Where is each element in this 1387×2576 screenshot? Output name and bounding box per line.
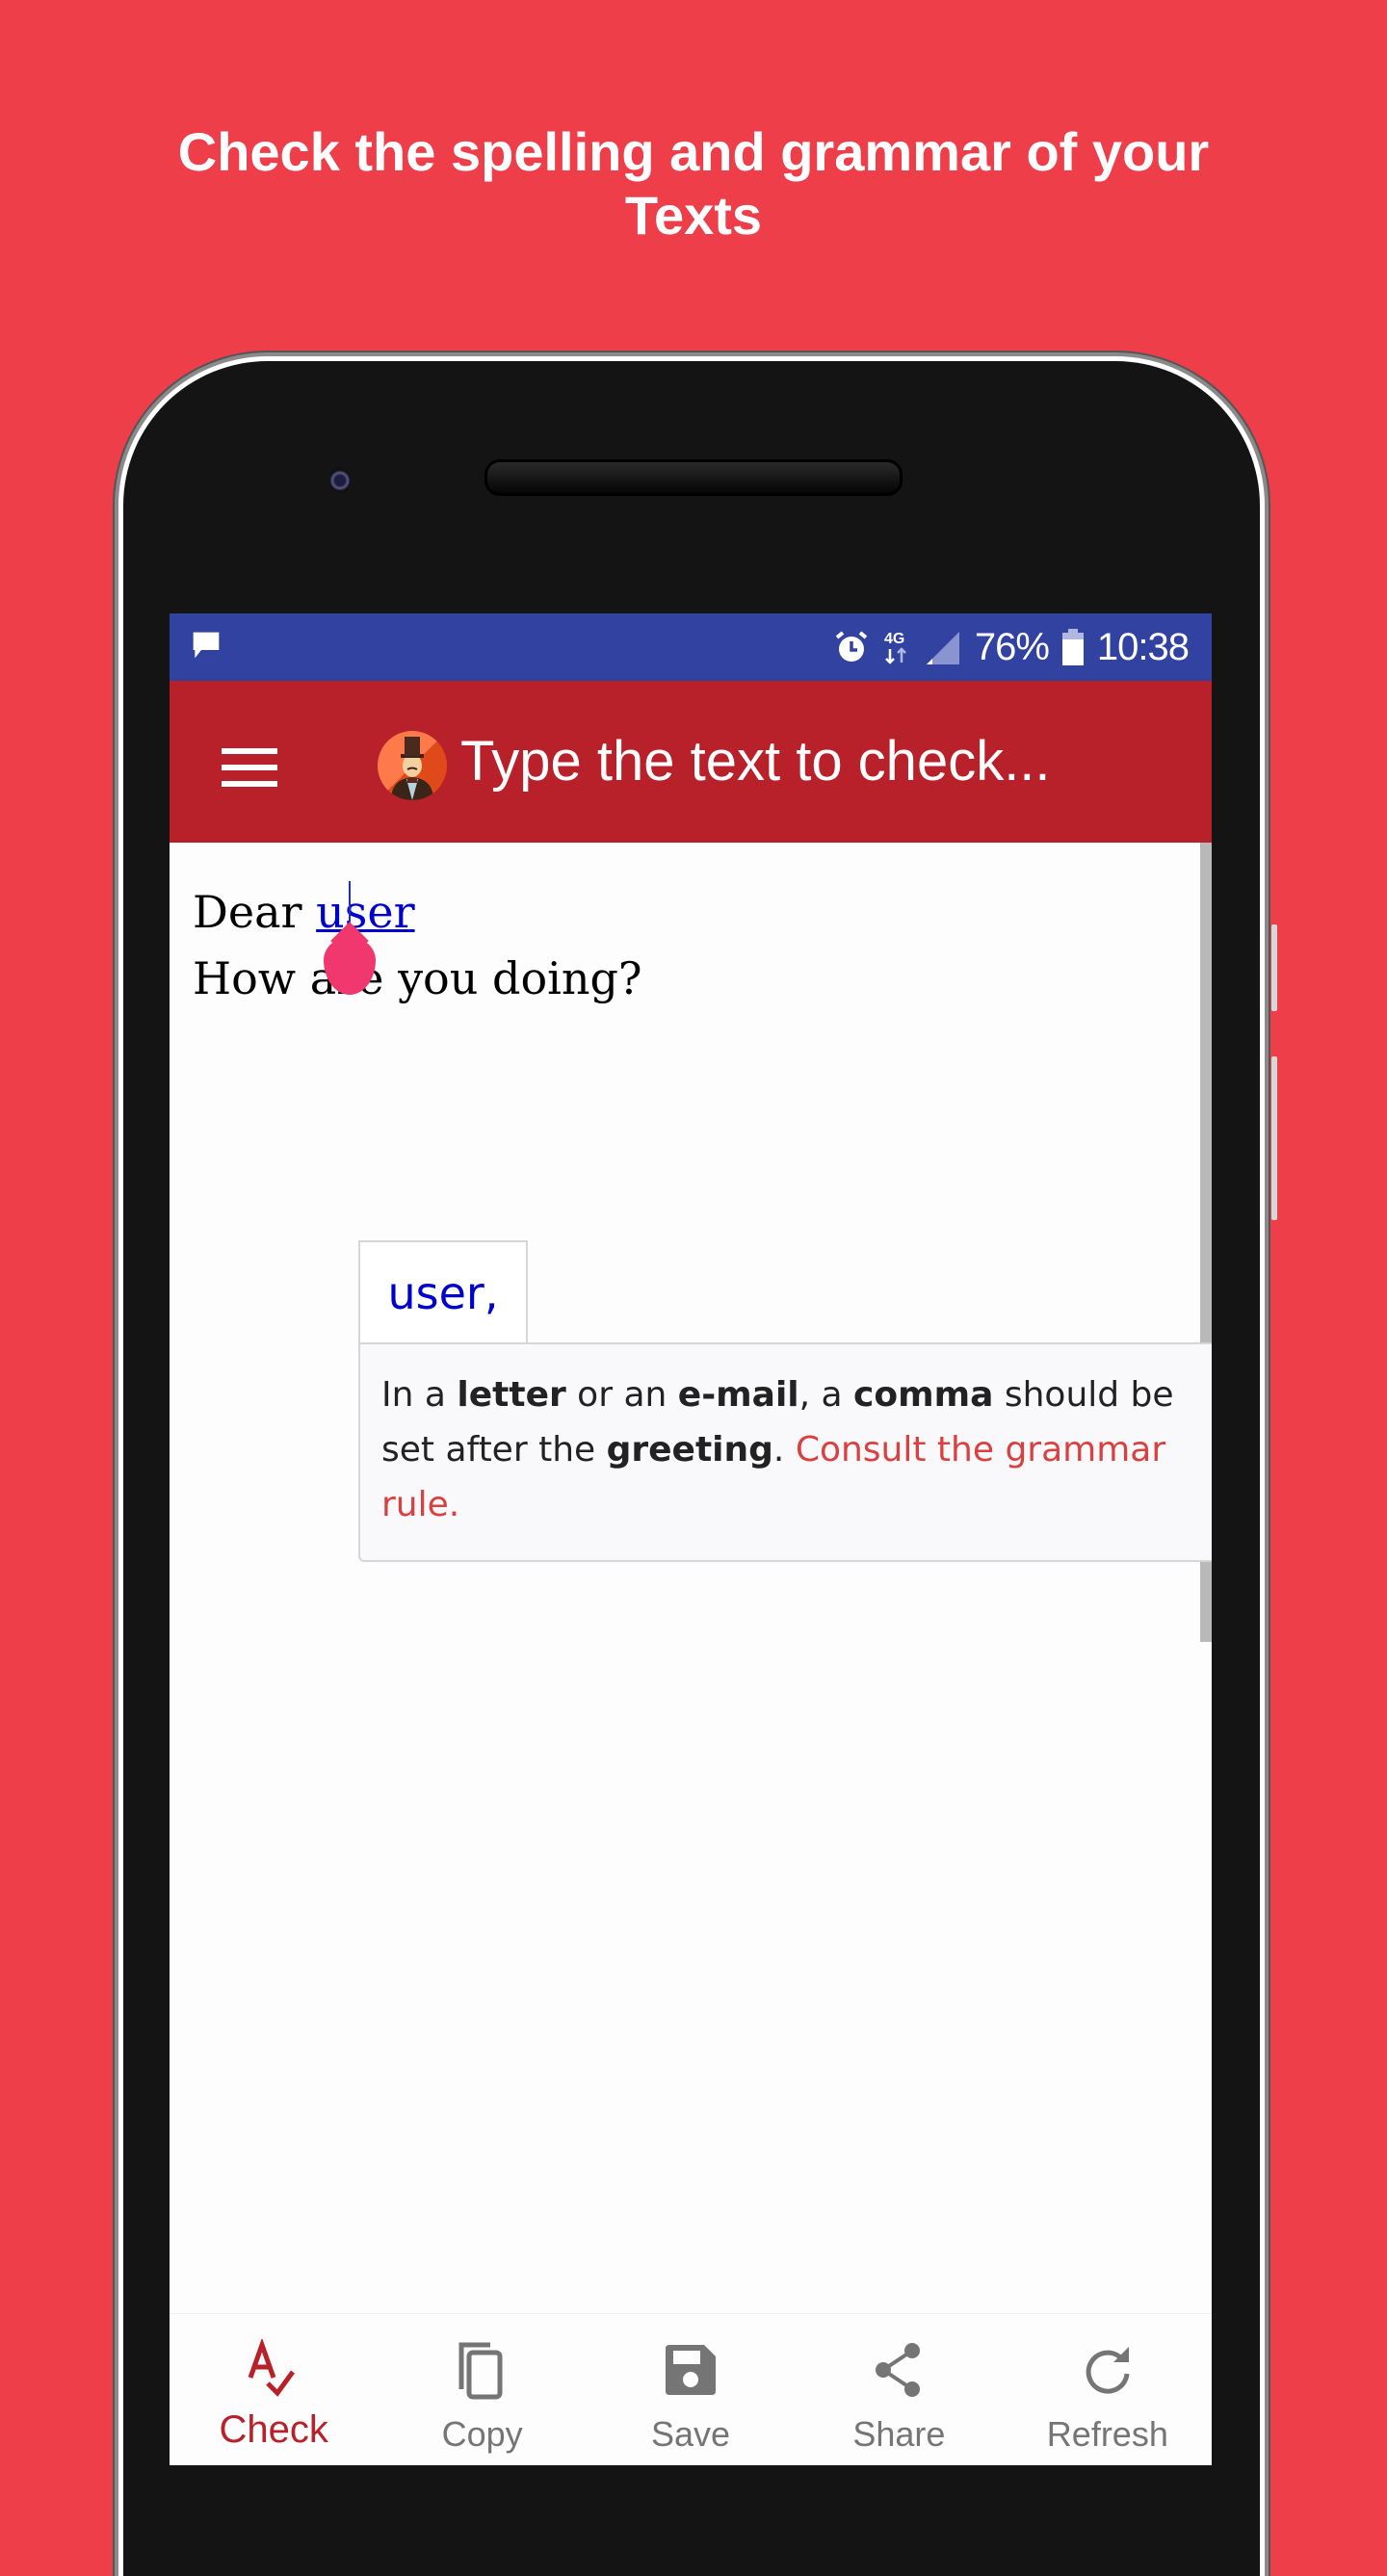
network-type: 4G [884, 631, 904, 647]
phone-screen: 4G 76% 10:38 Type the text to check... D… [170, 613, 1212, 2465]
app-bar: Type the text to check... [170, 681, 1212, 843]
refresh-icon [1086, 2347, 1130, 2394]
nav-share[interactable]: Share [795, 2314, 1003, 2465]
explanation-bold: greeting [606, 1430, 773, 1470]
power-button [1271, 1056, 1277, 1220]
nav-check[interactable]: Check [170, 2314, 378, 2465]
gentleman-avatar-icon [378, 731, 447, 800]
status-bar: 4G 76% 10:38 [170, 613, 1212, 681]
alarm-icon [835, 631, 868, 662]
clock: 10:38 [1096, 625, 1190, 668]
error-word-user[interactable]: user [316, 886, 414, 938]
bottom-navigation: Check Copy Save Share Refresh [170, 2313, 1212, 2465]
nav-check-label: Check [219, 2408, 328, 2451]
explanation-bold: letter [457, 1375, 566, 1415]
save-floppy-icon [666, 2345, 717, 2395]
copy-icon [458, 2342, 503, 2400]
promo-title: Check the spelling and grammar of your T… [0, 120, 1387, 247]
signal-icon [926, 632, 959, 664]
nav-copy-label: Copy [441, 2414, 523, 2454]
nav-copy[interactable]: Copy [378, 2314, 586, 2465]
nav-refresh[interactable]: Refresh [1004, 2314, 1212, 2465]
promo-title-line2: Texts [624, 185, 763, 246]
explanation-bold: comma [853, 1375, 994, 1415]
battery-percent: 76% [974, 625, 1050, 668]
grammar-explanation: In a letter or an e-mail, a comma should… [358, 1342, 1212, 1562]
explanation-text: . [772, 1430, 796, 1470]
battery-icon [1061, 629, 1084, 665]
promo-title-line1: Check the spelling and grammar of your [177, 121, 1210, 182]
nav-save[interactable]: Save [587, 2314, 795, 2465]
spellcheck-icon [248, 2339, 296, 2397]
front-camera [329, 467, 351, 494]
explanation-bold: e-mail [677, 1375, 799, 1415]
nav-save-label: Save [650, 2414, 731, 2454]
text-line-1: Dear user [193, 886, 415, 938]
message-icon [193, 632, 220, 659]
explanation-text: or an [565, 1375, 678, 1415]
share-icon [876, 2343, 921, 2397]
text-line-2: How are you doing? [193, 952, 642, 1004]
nav-share-label: Share [852, 2414, 946, 2454]
hamburger-menu-icon[interactable] [222, 748, 277, 787]
volume-button [1271, 924, 1277, 1011]
text-editor[interactable]: Dear user How are you doing? user, In a … [170, 843, 1212, 2292]
explanation-text: In a [381, 1375, 458, 1415]
nav-refresh-label: Refresh [1046, 2414, 1168, 2454]
explanation-text: , a [798, 1375, 854, 1415]
app-title: Type the text to check... [460, 730, 1051, 793]
earpiece-speaker [484, 459, 903, 496]
suggestion-button[interactable]: user, [358, 1240, 528, 1344]
text-dear: Dear [193, 886, 317, 938]
4g-data-icon: 4G [884, 631, 906, 664]
